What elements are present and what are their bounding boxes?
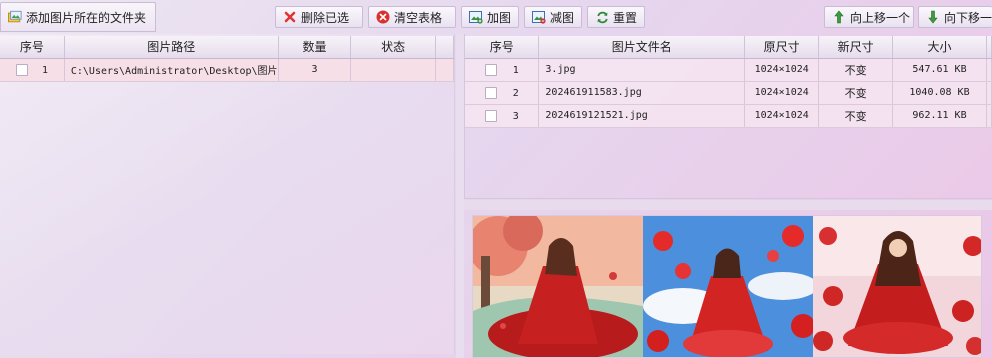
col-header-filename[interactable]: 图片文件名 [538, 36, 746, 59]
reset-label: 重置 [613, 10, 638, 25]
table-row[interactable]: 2 202461911583.jpg 1024×1024 不变 1040.08 … [465, 81, 992, 105]
col-header-count[interactable]: 数量 [278, 36, 352, 59]
row-checkbox[interactable] [484, 63, 497, 76]
original-size-cell: 1024×1024 [744, 81, 820, 105]
remove-image-button[interactable]: 减图 [524, 6, 582, 28]
reset-button[interactable]: 重置 [587, 6, 645, 28]
row-index: 1 [512, 64, 519, 76]
row-checkbox[interactable] [15, 63, 28, 76]
new-size-cell: 不变 [818, 81, 894, 105]
table-row[interactable]: 3 2024619121521.jpg 1024×1024 不变 962.11 … [465, 104, 992, 128]
original-size-cell: 1024×1024 [744, 104, 820, 128]
folder-panel: 序号 图片路径 数量 状态 1 C:\Users\Administrator\D… [0, 34, 455, 354]
add-image-button[interactable]: 加图 [461, 6, 519, 28]
col-header-filler [435, 36, 455, 59]
image-preview [472, 215, 982, 358]
delete-selected-button[interactable]: 删除已选 [275, 6, 363, 28]
move-down-label: 向下移一个 [944, 10, 992, 25]
col-header-path[interactable]: 图片路径 [64, 36, 279, 59]
row-index-cell[interactable]: 3 [465, 104, 540, 128]
filename-cell: 3.jpg [538, 58, 746, 82]
new-size-cell: 不变 [818, 58, 894, 82]
row-index-cell[interactable]: 1 [465, 58, 540, 82]
row-index-cell[interactable]: 1 [0, 58, 65, 82]
toolbar: 添加图片所在的文件夹 删除已选 清空表格 加图 减图 重置 向上移一个 向下移一 [0, 0, 992, 34]
file-size-cell: 962.11 KB [892, 104, 987, 128]
move-up-button[interactable]: 向上移一个 [824, 6, 914, 28]
col-header-status[interactable]: 状态 [350, 36, 436, 59]
folder-table-header: 序号 图片路径 数量 状态 [0, 36, 455, 59]
move-down-button[interactable]: 向下移一个 [918, 6, 992, 28]
green-up-arrow-icon [832, 10, 846, 24]
image-table: 序号 图片文件名 原尺寸 新尺寸 大小 1 3.jpg 1024×1024 不变 [465, 36, 992, 128]
file-size-cell: 547.61 KB [892, 58, 987, 82]
red-x-icon [283, 10, 297, 24]
row-index-cell[interactable]: 2 [465, 81, 540, 105]
row-checkbox[interactable] [484, 86, 497, 99]
preview-thumbnail[interactable] [473, 216, 643, 357]
col-header-index[interactable]: 序号 [0, 36, 65, 59]
image-table-header: 序号 图片文件名 原尺寸 新尺寸 大小 [465, 36, 992, 59]
vertical-splitter[interactable] [456, 34, 464, 358]
file-size-cell: 1040.08 KB [892, 81, 987, 105]
table-row[interactable]: 1 C:\Users\Administrator\Desktop\图片 3 [0, 58, 455, 82]
row-index: 2 [512, 87, 519, 99]
col-header-original-size[interactable]: 原尺寸 [744, 36, 820, 59]
add-image-label: 加图 [487, 10, 512, 25]
image-list-panel: 序号 图片文件名 原尺寸 新尺寸 大小 1 3.jpg 1024×1024 不变 [464, 34, 992, 199]
folder-table: 序号 图片路径 数量 状态 1 C:\Users\Administrator\D… [0, 36, 455, 82]
row-index: 1 [41, 64, 48, 76]
folder-path-cell: C:\Users\Administrator\Desktop\图片 [64, 58, 279, 82]
add-image-icon [469, 10, 483, 24]
filename-cell: 202461911583.jpg [538, 81, 746, 105]
col-header-new-size[interactable]: 新尺寸 [818, 36, 894, 59]
col-header-file-size[interactable]: 大小 [892, 36, 987, 59]
row-checkbox[interactable] [484, 109, 497, 122]
row-index: 3 [512, 110, 519, 122]
add-folder-label: 添加图片所在的文件夹 [26, 10, 147, 25]
new-size-cell: 不变 [818, 104, 894, 128]
clear-table-label: 清空表格 [394, 10, 443, 25]
horizontal-splitter[interactable] [464, 200, 992, 210]
move-up-label: 向上移一个 [850, 10, 911, 25]
filename-cell: 2024619121521.jpg [538, 104, 746, 128]
delete-selected-label: 删除已选 [301, 10, 350, 25]
red-circle-x-icon [376, 10, 390, 24]
remove-image-label: 减图 [550, 10, 575, 25]
original-size-cell: 1024×1024 [744, 58, 820, 82]
remove-image-icon [532, 10, 546, 24]
image-count-cell: 3 [278, 58, 352, 82]
clear-table-button[interactable]: 清空表格 [368, 6, 456, 28]
preview-thumbnail[interactable] [813, 216, 981, 357]
folder-image-icon [8, 10, 22, 24]
col-header-index[interactable]: 序号 [465, 36, 540, 59]
status-cell [350, 58, 436, 82]
table-row[interactable]: 1 3.jpg 1024×1024 不变 547.61 KB [465, 58, 992, 82]
add-folder-button[interactable]: 添加图片所在的文件夹 [0, 2, 156, 32]
green-down-arrow-icon [926, 10, 940, 24]
refresh-icon [595, 10, 609, 24]
preview-thumbnail[interactable] [643, 216, 813, 357]
